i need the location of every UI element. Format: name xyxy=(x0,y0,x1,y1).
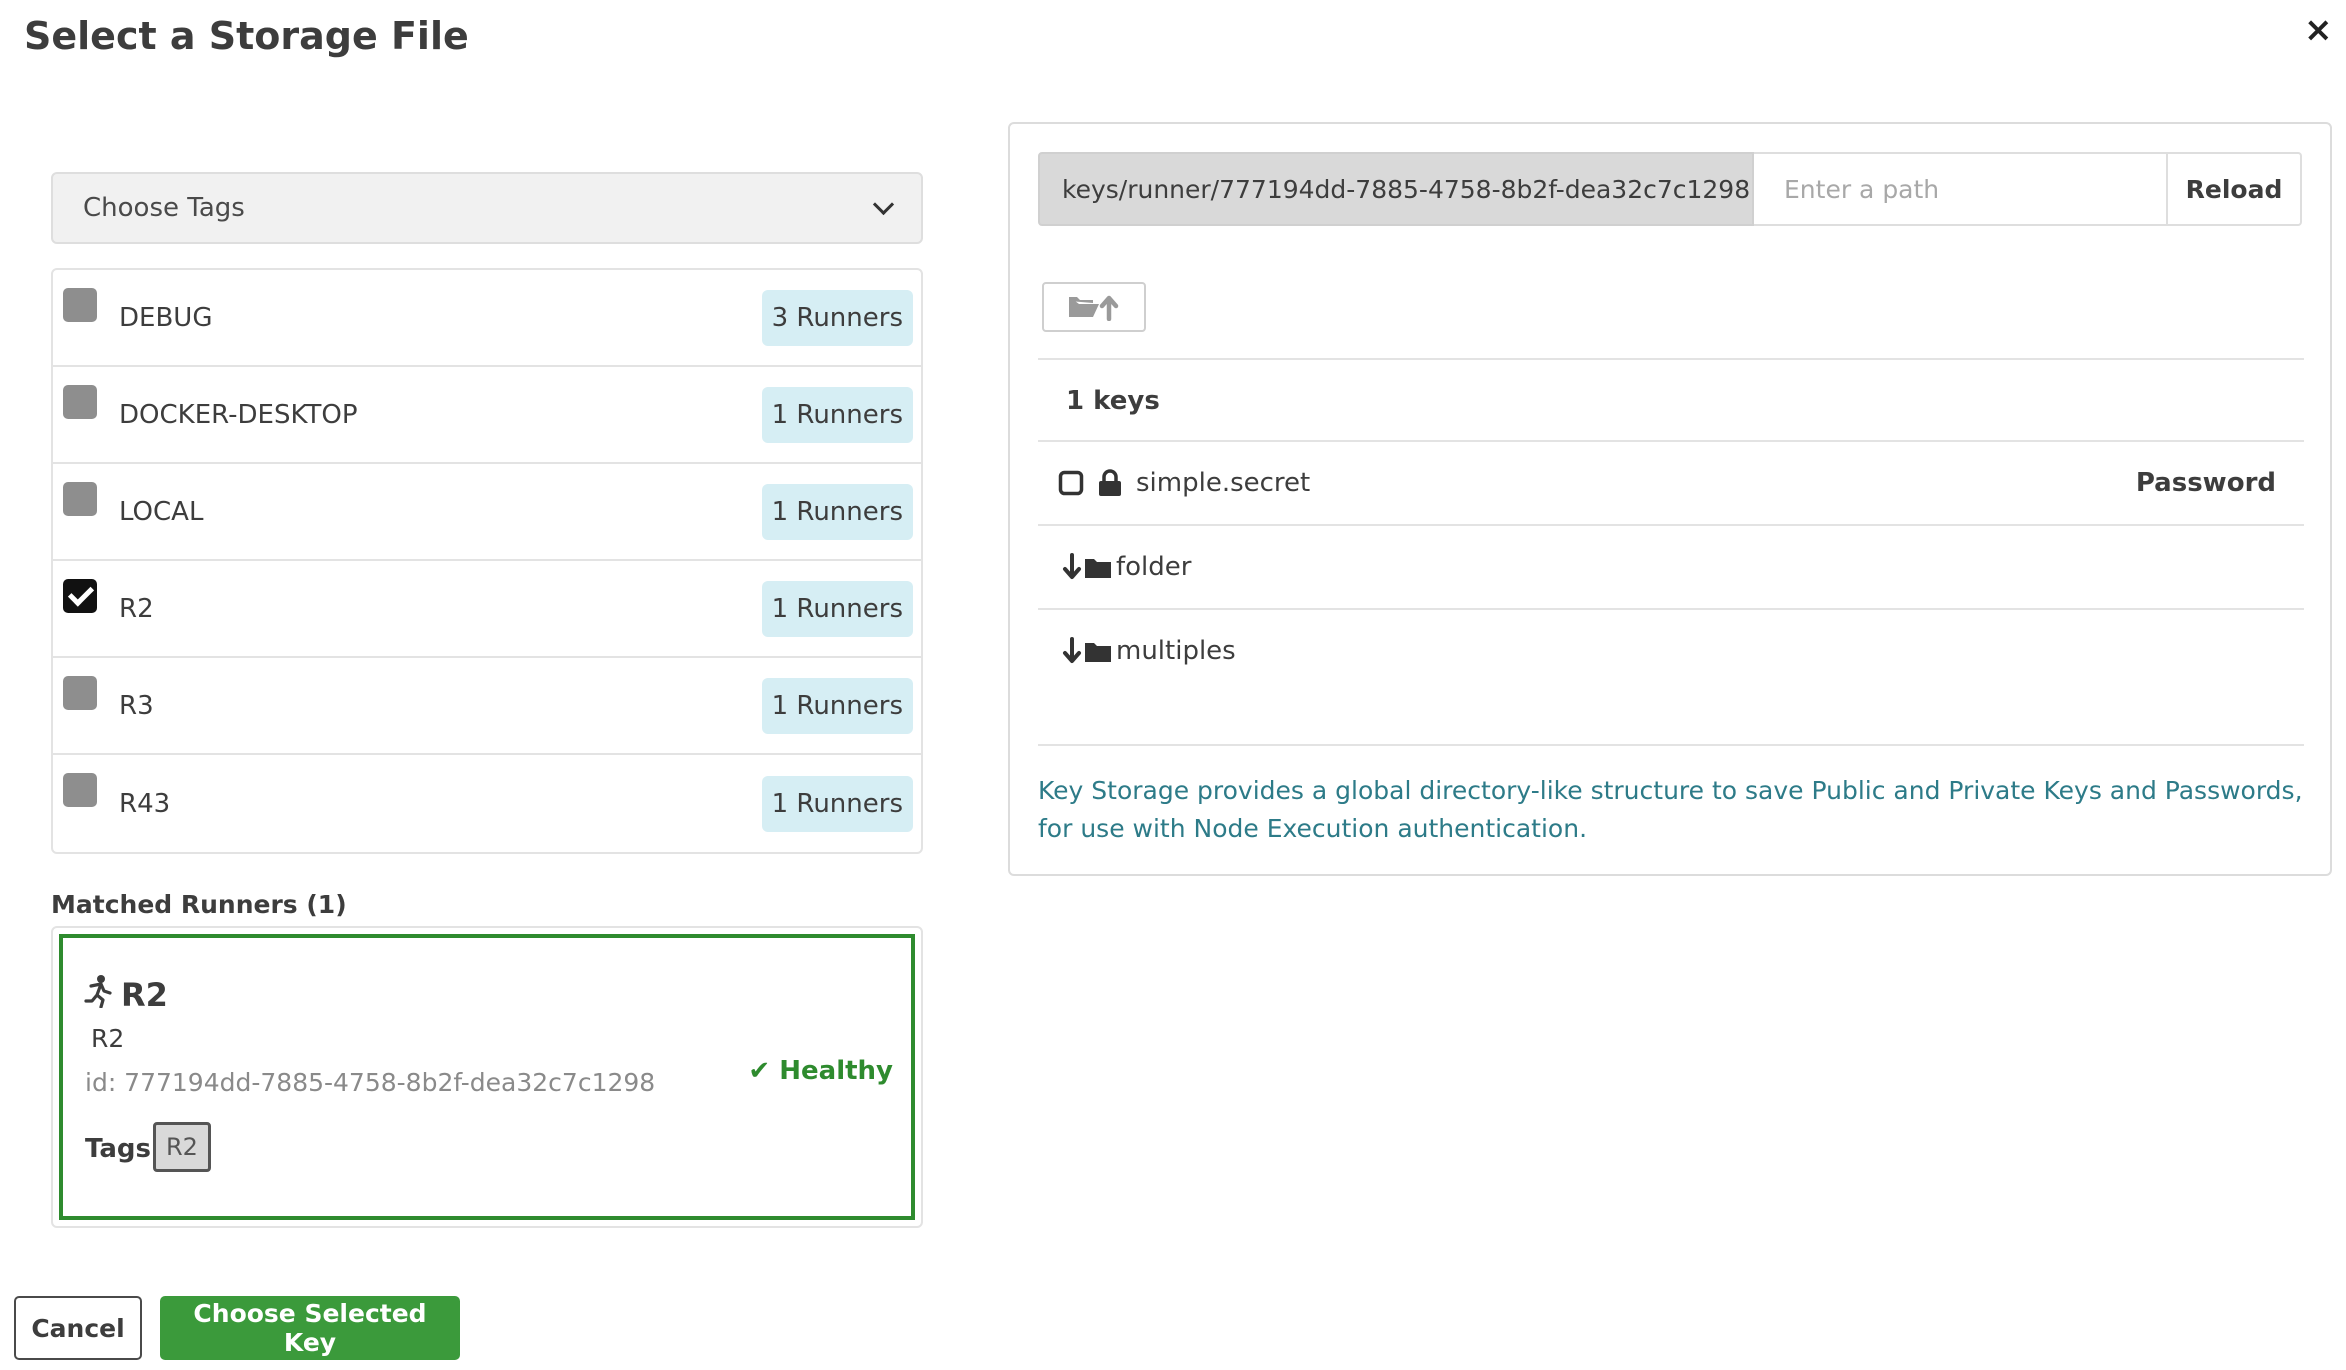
checkbox-icon[interactable] xyxy=(1058,470,1084,496)
tag-select-value: Choose Tags xyxy=(83,193,245,223)
runners-count-badge: 3 Runners xyxy=(761,289,913,346)
folder-up-button[interactable] xyxy=(1042,282,1146,332)
runner-tags-label: Tags xyxy=(85,1134,152,1164)
folder-entry-multiples[interactable]: multiples xyxy=(1038,610,2304,692)
tag-name: R3 xyxy=(119,690,154,721)
key-storage-info: Key Storage provides a global directory-… xyxy=(1038,776,2303,843)
tag-checkbox[interactable] xyxy=(63,482,97,516)
tag-row-r3[interactable]: R3 1 Runners xyxy=(53,658,921,755)
runners-count-badge: 1 Runners xyxy=(761,483,913,540)
runner-description: R2 xyxy=(91,1024,125,1053)
matched-runners-label: Matched Runners (1) xyxy=(51,890,347,919)
folder-up-icon xyxy=(1069,295,1119,321)
runner-id: id: 777194dd-7885-4758-8b2f-dea32c7c1298 xyxy=(85,1068,656,1097)
tag-name: R2 xyxy=(119,593,154,624)
runner-title: R2 xyxy=(83,974,168,1016)
runner-status-label: Healthy xyxy=(779,1056,893,1086)
tag-row-r43[interactable]: R43 1 Runners xyxy=(53,755,921,852)
tag-name: DOCKER-DESKTOP xyxy=(119,399,358,430)
divider xyxy=(1038,744,2304,746)
current-path: keys/runner/777194dd-7885-4758-8b2f-dea3… xyxy=(1038,152,1754,226)
tag-name: DEBUG xyxy=(119,302,213,333)
tag-select-dropdown[interactable]: Choose Tags xyxy=(51,172,923,244)
tag-checkbox[interactable] xyxy=(63,288,97,322)
folder-icon xyxy=(1085,559,1111,578)
reload-button[interactable]: Reload xyxy=(2168,152,2302,226)
tag-checkbox-checked[interactable] xyxy=(63,579,97,613)
runner-name: R2 xyxy=(121,976,168,1014)
cancel-button[interactable]: Cancel xyxy=(14,1296,142,1360)
runner-card[interactable]: R2 R2 id: 777194dd-7885-4758-8b2f-dea32c… xyxy=(59,934,915,1220)
choose-selected-key-button[interactable]: Choose Selected Key xyxy=(160,1296,460,1360)
keys-count: 1 keys xyxy=(1066,386,1160,416)
folder-label: multiples xyxy=(1116,636,1236,666)
runner-status: ✔ Healthy xyxy=(748,1056,893,1086)
tag-row-local[interactable]: LOCAL 1 Runners xyxy=(53,464,921,561)
tag-checkbox[interactable] xyxy=(63,385,97,419)
check-icon: ✔ xyxy=(748,1056,771,1086)
arrow-down-icon xyxy=(1063,553,1081,579)
tag-list: DEBUG 3 Runners DOCKER-DESKTOP 1 Runners… xyxy=(51,268,923,854)
lock-icon xyxy=(1099,469,1121,496)
folder-label: folder xyxy=(1116,552,1192,582)
close-icon[interactable]: × xyxy=(2304,10,2333,50)
key-entry-label: simple.secret xyxy=(1136,468,1311,498)
runners-count-badge: 1 Runners xyxy=(761,775,913,832)
matched-runners-panel: R2 R2 id: 777194dd-7885-4758-8b2f-dea32c… xyxy=(51,926,923,1228)
tag-name: R43 xyxy=(119,788,171,819)
key-entry-simple-secret[interactable]: simple.secret Password xyxy=(1038,442,2304,524)
key-type-label: Password xyxy=(2135,468,2276,498)
tag-row-r2[interactable]: R2 1 Runners xyxy=(53,561,921,658)
dialog-title: Select a Storage File xyxy=(24,14,469,58)
tag-row-docker-desktop[interactable]: DOCKER-DESKTOP 1 Runners xyxy=(53,367,921,464)
tag-name: LOCAL xyxy=(119,496,204,527)
path-bar: keys/runner/777194dd-7885-4758-8b2f-dea3… xyxy=(1038,152,2302,226)
tag-checkbox[interactable] xyxy=(63,773,97,807)
folder-icon xyxy=(1085,643,1111,662)
key-storage-browser: keys/runner/777194dd-7885-4758-8b2f-dea3… xyxy=(1008,122,2332,876)
tag-row-debug[interactable]: DEBUG 3 Runners xyxy=(53,270,921,367)
divider xyxy=(1038,358,2304,360)
runners-count-badge: 1 Runners xyxy=(761,677,913,734)
runners-count-badge: 1 Runners xyxy=(761,386,913,443)
folder-entry-folder[interactable]: folder xyxy=(1038,526,2304,608)
path-input[interactable] xyxy=(1754,152,2168,226)
tag-checkbox[interactable] xyxy=(63,676,97,710)
runner-tag-chip: R2 xyxy=(153,1122,211,1172)
chevron-down-icon xyxy=(872,193,895,215)
runner-icon xyxy=(83,974,113,1016)
arrow-down-icon xyxy=(1063,637,1081,663)
runners-count-badge: 1 Runners xyxy=(761,580,913,637)
